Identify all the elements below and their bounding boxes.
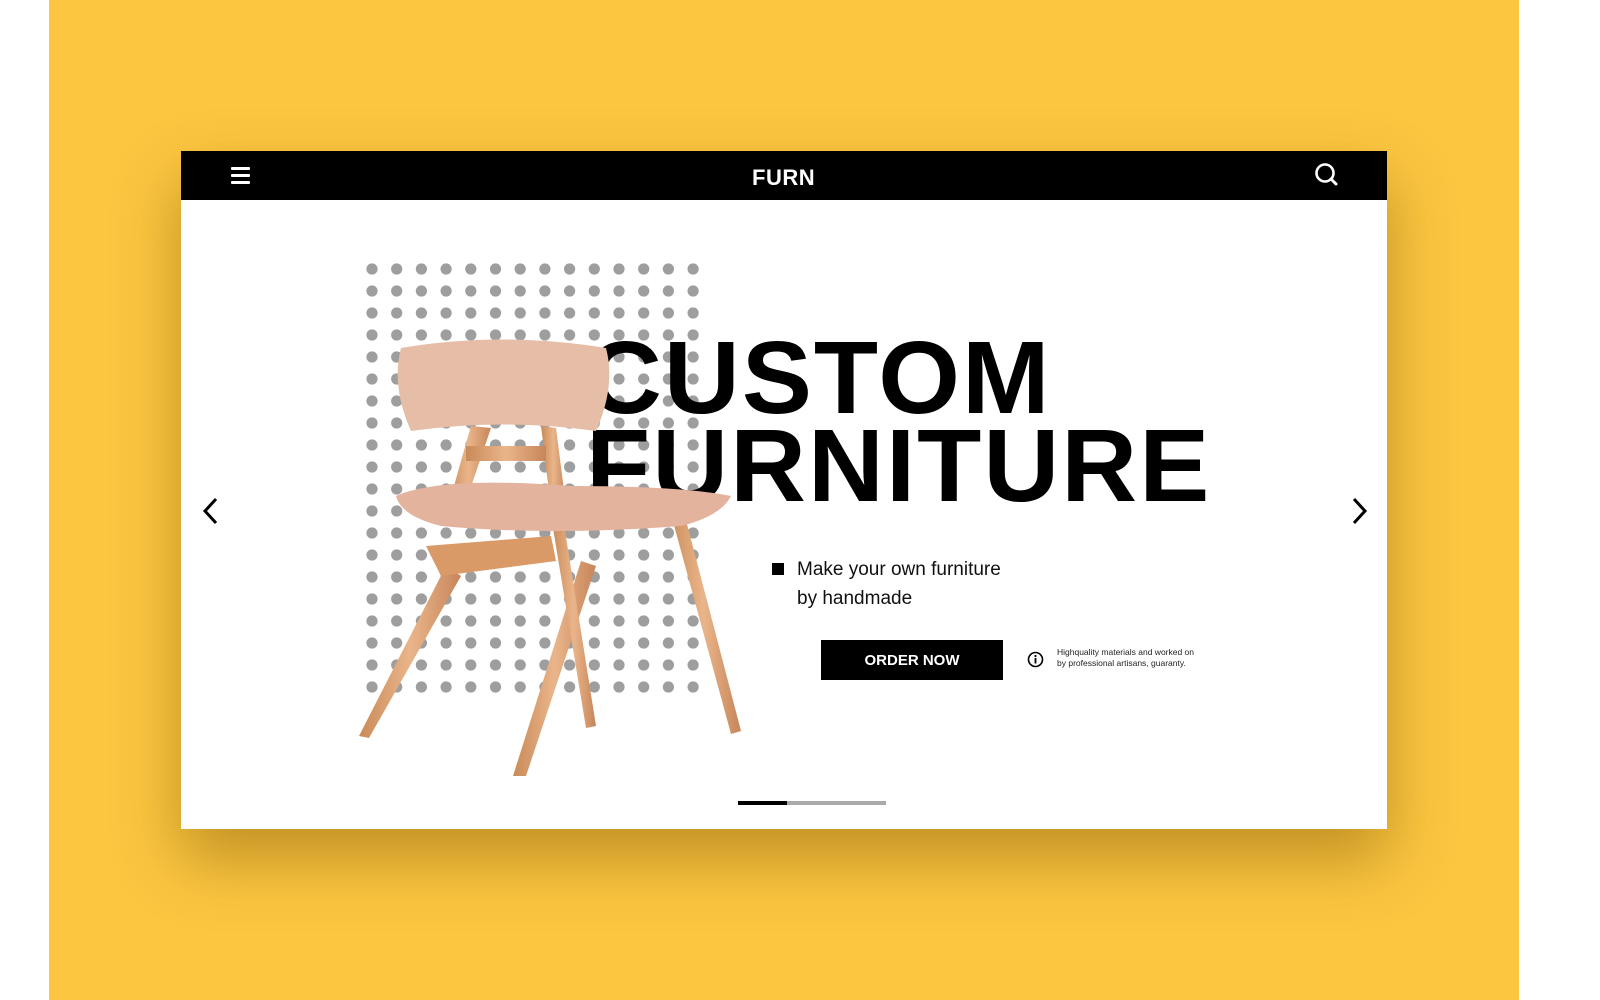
dot xyxy=(465,263,477,275)
menu-icon[interactable] xyxy=(231,167,250,184)
dot xyxy=(465,307,477,319)
dot xyxy=(366,285,378,297)
dot xyxy=(564,263,576,275)
dot xyxy=(440,285,452,297)
dot xyxy=(638,285,650,297)
dot xyxy=(564,307,576,319)
navbar: FURN xyxy=(181,151,1387,200)
dot xyxy=(687,263,699,275)
dot xyxy=(415,285,427,297)
dot xyxy=(588,285,600,297)
bullet-square xyxy=(772,563,784,575)
dot xyxy=(514,307,526,319)
dot xyxy=(514,263,526,275)
dot xyxy=(539,263,551,275)
dot xyxy=(415,263,427,275)
chair-image xyxy=(359,339,741,776)
dot xyxy=(539,285,551,297)
dot xyxy=(638,263,650,275)
dot xyxy=(514,285,526,297)
dot xyxy=(465,285,477,297)
dot xyxy=(440,263,452,275)
dot xyxy=(613,307,625,319)
website-mockup: FURN CUSTOM FURNITURE Make your own furn… xyxy=(181,151,1387,829)
tagline: Make your own furniture by handmade xyxy=(772,555,1057,613)
dot xyxy=(489,285,502,297)
dot xyxy=(391,285,403,297)
dot xyxy=(638,307,650,319)
dot xyxy=(391,307,403,319)
chevron-right-icon[interactable] xyxy=(1349,496,1369,526)
chevron-left-icon[interactable] xyxy=(201,496,221,526)
dot xyxy=(687,285,699,297)
dot xyxy=(564,285,576,297)
dot xyxy=(366,263,378,275)
dot xyxy=(588,307,600,319)
slide-progress[interactable] xyxy=(738,801,886,805)
info-icon xyxy=(1027,651,1044,668)
dot xyxy=(613,263,625,275)
quality-note: Highquality materials and worked on by pr… xyxy=(1057,647,1195,668)
dot xyxy=(613,285,625,297)
logo[interactable]: FURN xyxy=(752,165,815,191)
dot xyxy=(588,263,600,275)
search-icon[interactable] xyxy=(1314,162,1340,188)
dot xyxy=(415,307,427,319)
dot xyxy=(489,307,502,319)
slide-progress-fill xyxy=(738,801,787,805)
dot xyxy=(539,307,551,319)
dot xyxy=(662,285,674,297)
dot xyxy=(662,263,674,275)
dot xyxy=(440,307,452,319)
dot xyxy=(662,307,674,319)
dot xyxy=(391,263,403,275)
dot xyxy=(489,263,502,275)
dot xyxy=(366,307,378,319)
order-now-button[interactable]: ORDER NOW xyxy=(821,640,1003,680)
dot xyxy=(687,307,699,319)
